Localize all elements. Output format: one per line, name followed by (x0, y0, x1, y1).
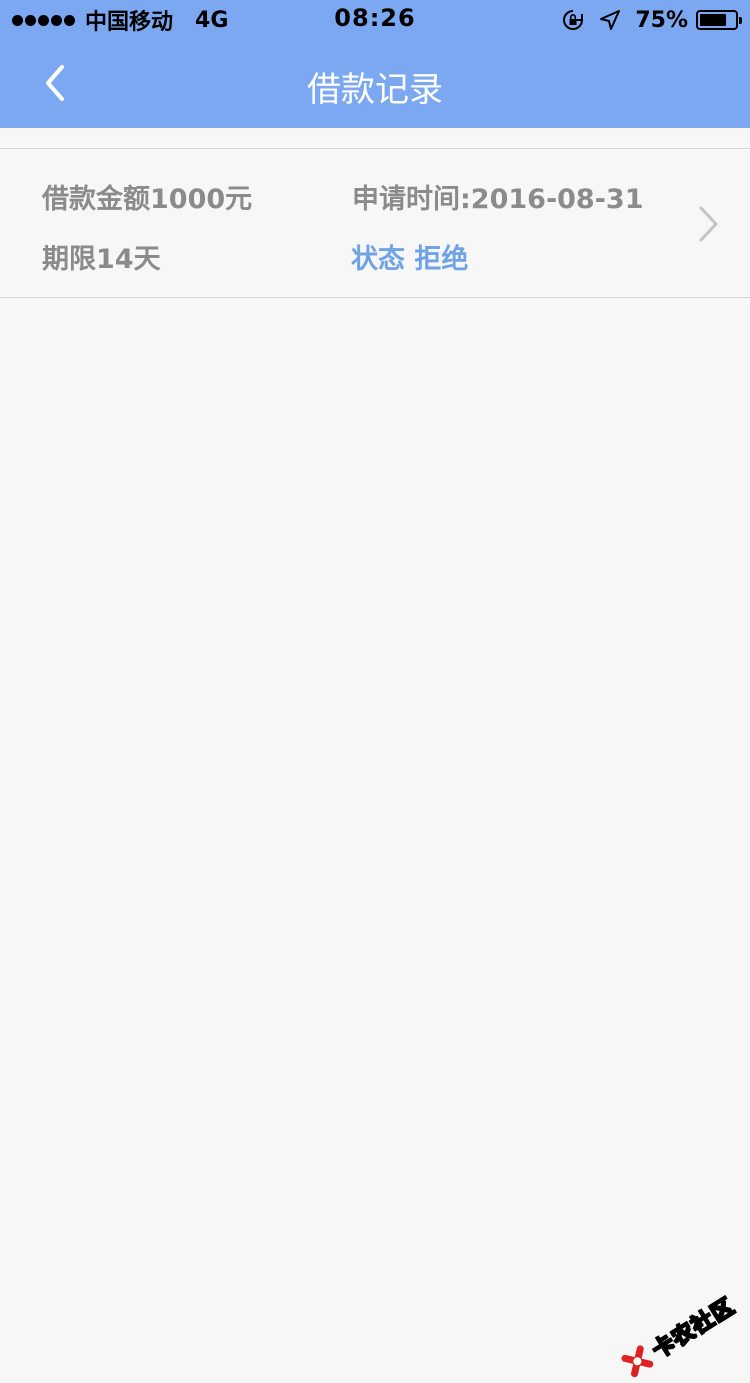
battery-icon (696, 10, 742, 30)
battery-fill (700, 14, 726, 26)
nav-bar: 借款记录 (0, 40, 750, 128)
status-bar: 中国移动 4G 08:26 75% (0, 0, 750, 40)
watermark-text: 卡农社区 (648, 1293, 740, 1364)
page-title: 借款记录 (307, 70, 443, 110)
rotation-lock-icon (561, 8, 585, 32)
battery-percent: 75% (635, 7, 688, 33)
watermark: 卡农社区 (616, 1289, 740, 1383)
location-arrow-icon (599, 9, 621, 31)
chevron-right-icon (699, 206, 718, 242)
loan-amount: 借款金额1000元 (42, 184, 253, 215)
apply-time: 申请时间:2016-08-31 (352, 184, 644, 215)
loan-term: 期限14天 (42, 244, 161, 275)
loan-record-row[interactable]: 借款金额1000元 申请时间:2016-08-31 期限14天 状态 拒绝 (0, 148, 750, 298)
status-bar-right: 75% (561, 6, 742, 34)
loan-status: 状态 拒绝 (351, 244, 469, 275)
header: 中国移动 4G 08:26 75% 借款记录 (0, 0, 750, 128)
